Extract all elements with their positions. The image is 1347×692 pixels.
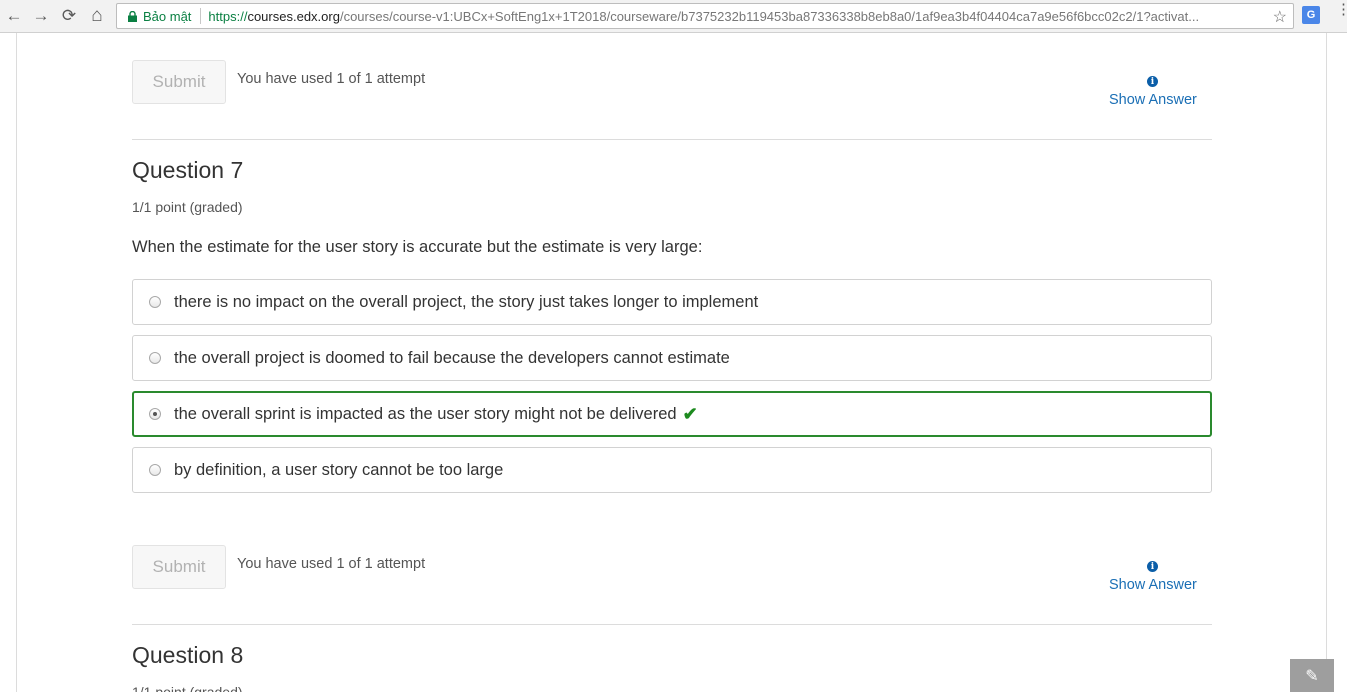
radio-button[interactable] — [149, 296, 161, 308]
forward-icon[interactable]: → — [30, 5, 52, 27]
section-divider — [132, 139, 1212, 140]
radio-button[interactable] — [149, 464, 161, 476]
choice-label: the overall sprint is impacted as the us… — [174, 404, 677, 423]
url-host: courses.edx.org — [247, 8, 340, 24]
choice-option-3-correct[interactable]: the overall sprint is impacted as the us… — [132, 391, 1212, 437]
attempts-text-q6: You have used 1 of 1 attempt — [237, 71, 426, 87]
correct-check-icon: ✔ — [682, 403, 698, 424]
back-icon[interactable]: ← — [3, 5, 25, 27]
info-icon: i — [1147, 561, 1158, 572]
question-7-title: Question 7 — [132, 157, 244, 183]
reload-icon[interactable]: ⟳ — [58, 5, 80, 27]
show-answer-link-q6[interactable]: Show Answer — [1109, 92, 1197, 108]
address-bar[interactable]: Bảo mật https://courses.edx.org/courses/… — [116, 3, 1294, 29]
omnibox-separator — [200, 8, 202, 24]
secure-label: Bảo mật — [143, 8, 192, 24]
url-scheme: https:// — [208, 8, 248, 24]
edit-pencil-icon[interactable]: ✎ — [1290, 659, 1334, 692]
question-7-points: 1/1 point (graded) — [132, 199, 243, 215]
attempts-text-q7: You have used 1 of 1 attempt — [237, 556, 426, 572]
question-8-points: 1/1 point (graded) — [132, 684, 243, 692]
info-icon: i — [1147, 76, 1158, 87]
choice-label: the overall project is doomed to fail be… — [174, 348, 730, 367]
bookmark-star-icon[interactable]: ☆ — [1273, 7, 1287, 27]
home-icon[interactable]: ⌂ — [86, 5, 108, 27]
question-7-prompt: When the estimate for the user story is … — [132, 238, 703, 256]
choice-label: by definition, a user story cannot be to… — [174, 460, 504, 479]
section-divider — [132, 624, 1212, 625]
browser-toolbar: ← → ⟳ ⌂ Bảo mật https://courses.edx.org /… — [0, 0, 1347, 33]
menu-icon[interactable]: ⋮ — [1336, 2, 1347, 17]
translate-icon[interactable]: G — [1302, 6, 1320, 24]
url-path: /courses/course-v1:UBCx+SoftEng1x+1T2018… — [339, 8, 1200, 24]
choice-option-1[interactable]: there is no impact on the overall projec… — [132, 279, 1212, 325]
submit-button-q7[interactable]: Submit — [132, 545, 226, 589]
radio-button[interactable] — [149, 352, 161, 364]
lock-icon — [125, 10, 139, 22]
show-answer-link-q7[interactable]: Show Answer — [1109, 577, 1197, 593]
choice-option-4[interactable]: by definition, a user story cannot be to… — [132, 447, 1212, 493]
choice-label: there is no impact on the overall projec… — [174, 292, 759, 311]
choice-option-2[interactable]: the overall project is doomed to fail be… — [132, 335, 1212, 381]
submit-button-q6[interactable]: Submit — [132, 60, 226, 104]
question-8-title: Question 8 — [132, 642, 244, 668]
radio-button-selected[interactable] — [149, 408, 161, 420]
